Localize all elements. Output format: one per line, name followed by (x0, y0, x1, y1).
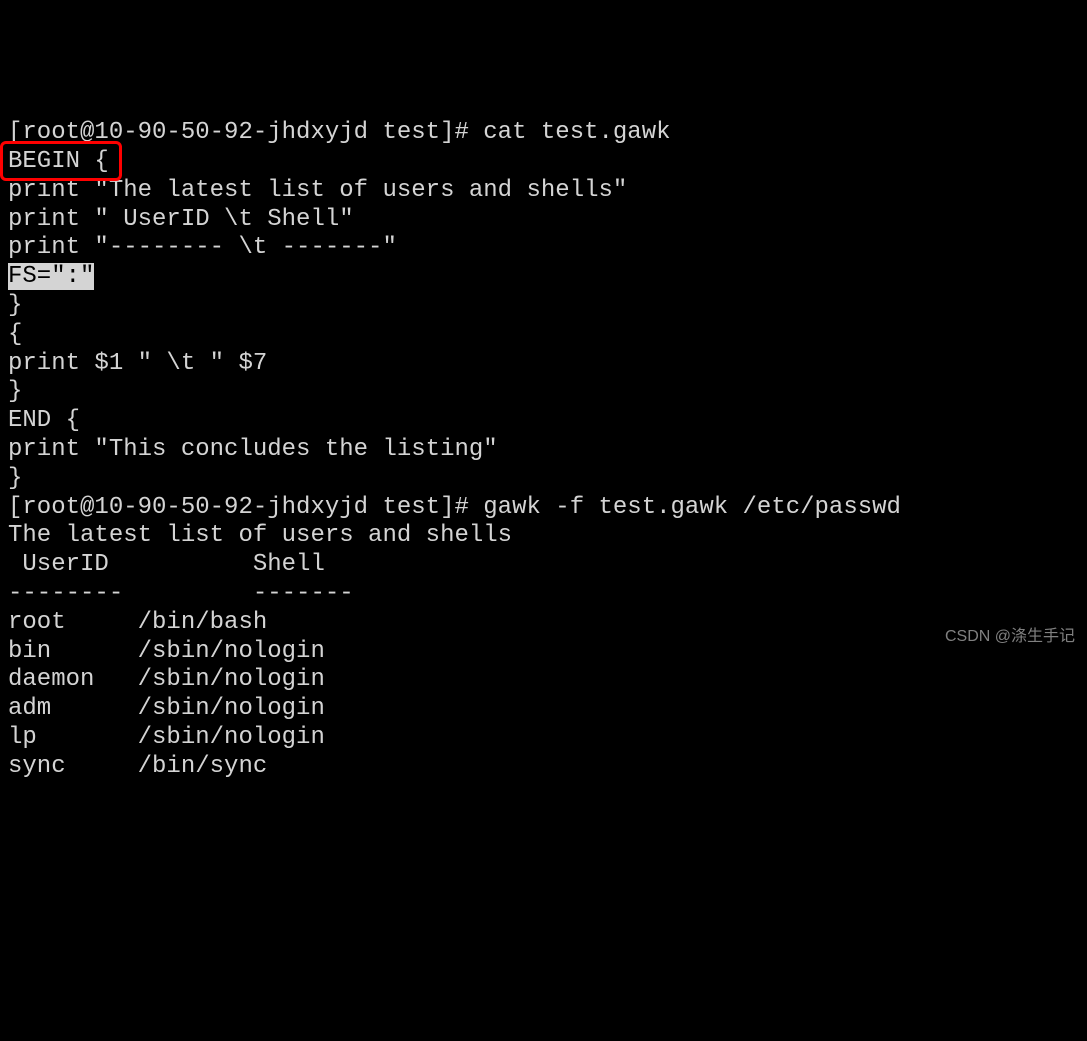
terminal-line: print "This concludes the listing" (8, 436, 1079, 465)
terminal-line: adm /sbin/nologin (8, 695, 1079, 724)
terminal-line: { (8, 321, 1079, 350)
terminal-line: [root@10-90-50-92-jhdxyjd test]# cat tes… (8, 119, 1079, 148)
terminal-line: daemon /sbin/nologin (8, 666, 1079, 695)
terminal-line: UserID Shell (8, 551, 1079, 580)
terminal-line: sync /bin/sync (8, 753, 1079, 782)
terminal-line: print " UserID \t Shell" (8, 206, 1079, 235)
terminal-output[interactable]: [root@10-90-50-92-jhdxyjd test]# cat tes… (8, 119, 1079, 781)
terminal-line: } (8, 292, 1079, 321)
terminal-line: print $1 " \t " $7 (8, 350, 1079, 379)
terminal-line: } (8, 465, 1079, 494)
terminal-line: } (8, 378, 1079, 407)
terminal-line: bin /sbin/nologin (8, 638, 1079, 667)
terminal-line: [root@10-90-50-92-jhdxyjd test]# gawk -f… (8, 494, 1079, 523)
terminal-line: -------- ------- (8, 580, 1079, 609)
watermark-text: CSDN @涤生手记 (945, 627, 1075, 646)
terminal-line: BEGIN { (8, 148, 1079, 177)
terminal-line: print "The latest list of users and shel… (8, 177, 1079, 206)
highlighted-fs-assignment: FS=":" (8, 263, 94, 290)
terminal-line: The latest list of users and shells (8, 522, 1079, 551)
terminal-line: FS=":" (8, 263, 1079, 292)
terminal-line: root /bin/bash (8, 609, 1079, 638)
terminal-line: lp /sbin/nologin (8, 724, 1079, 753)
terminal-line: print "-------- \t -------" (8, 234, 1079, 263)
terminal-line: END { (8, 407, 1079, 436)
